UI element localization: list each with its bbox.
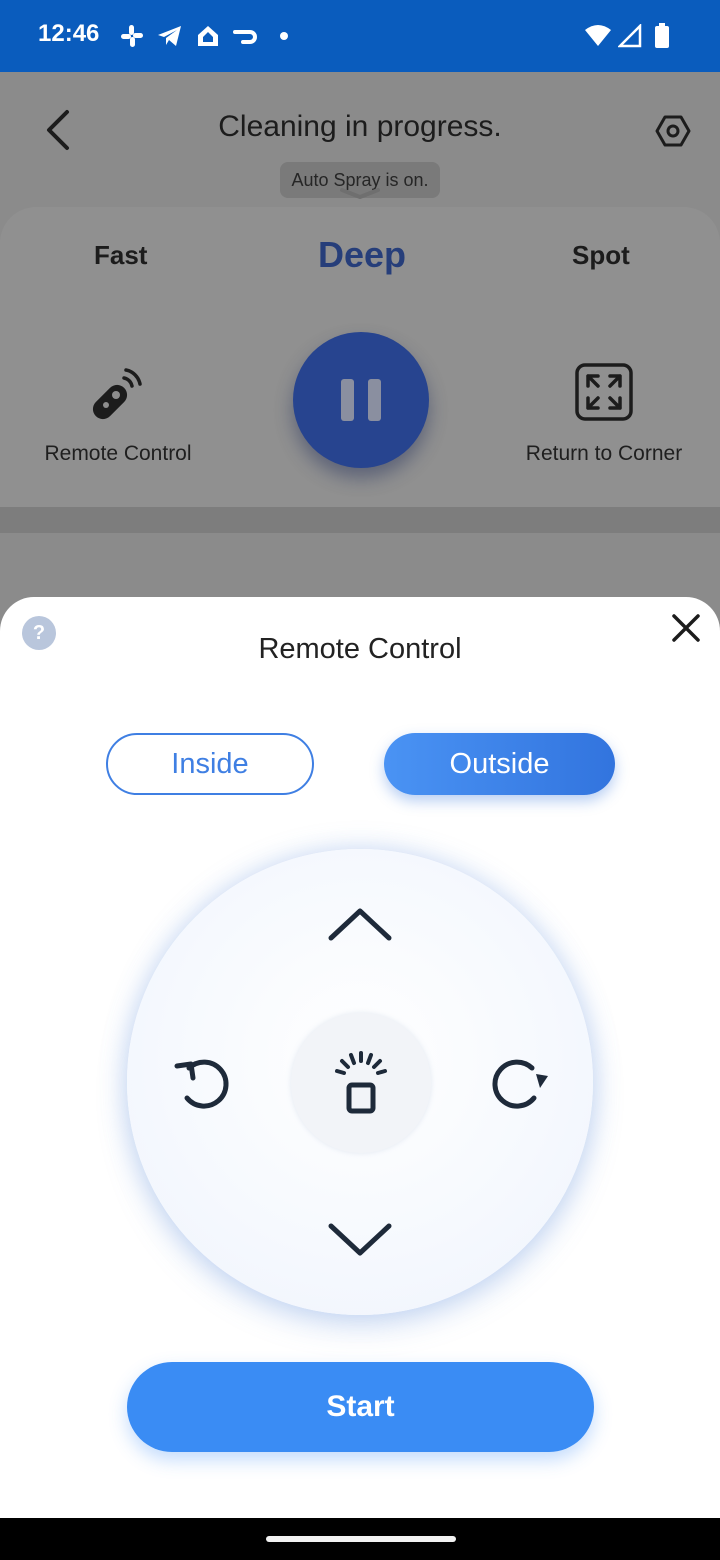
remote-control-action[interactable]: Remote Control <box>30 360 206 470</box>
telegram-icon <box>156 22 184 50</box>
rotate-right-button[interactable] <box>480 1042 560 1122</box>
expand-corners-icon <box>575 363 633 421</box>
spray-icon <box>335 1051 387 1114</box>
settings-button[interactable] <box>650 108 696 154</box>
rotate-right-icon <box>492 1059 548 1109</box>
status-bar: 12:46 <box>0 0 720 72</box>
move-forward-button[interactable] <box>320 884 400 964</box>
segment-inside[interactable]: Inside <box>106 733 314 795</box>
dot-icon <box>270 22 298 50</box>
notification-icons <box>118 22 308 50</box>
pause-button[interactable] <box>293 332 429 468</box>
mode-tab-deep[interactable]: Deep <box>318 234 406 276</box>
return-to-corner-action[interactable]: Return to Corner <box>516 360 692 470</box>
start-button[interactable]: Start <box>127 1362 594 1452</box>
chevron-down-icon[interactable] <box>336 184 384 202</box>
status-time: 12:46 <box>38 20 100 47</box>
close-icon <box>672 614 700 642</box>
signal-icon <box>616 22 644 50</box>
wifi-icon <box>584 22 612 50</box>
mode-tab-spot[interactable]: Spot <box>572 240 630 271</box>
rotate-left-icon <box>174 1059 229 1109</box>
system-icons <box>580 22 676 50</box>
return-to-corner-label: Return to Corner <box>525 442 683 465</box>
sheet-title: Remote Control <box>258 633 462 665</box>
remote-control-label: Remote Control <box>44 442 192 465</box>
battery-icon <box>648 22 676 50</box>
chevron-up-icon <box>328 908 392 941</box>
page-title: Cleaning in progress. <box>218 110 502 143</box>
pause-icon <box>341 379 354 421</box>
mode-tab-fast[interactable]: Fast <box>94 240 147 271</box>
home-indicator[interactable] <box>266 1536 456 1542</box>
segment-outside[interactable]: Outside <box>384 733 615 795</box>
chevron-down-icon <box>328 1223 392 1256</box>
spray-button[interactable] <box>291 1013 431 1153</box>
slack-icon <box>118 22 146 50</box>
close-button[interactable] <box>664 606 708 650</box>
remote-control-icon <box>92 368 142 420</box>
gear-icon <box>655 115 691 147</box>
home-icon <box>194 22 222 50</box>
section-divider <box>0 507 720 533</box>
rotate-left-button[interactable] <box>161 1042 241 1122</box>
move-backward-button[interactable] <box>320 1200 400 1280</box>
flow-icon <box>232 22 260 50</box>
